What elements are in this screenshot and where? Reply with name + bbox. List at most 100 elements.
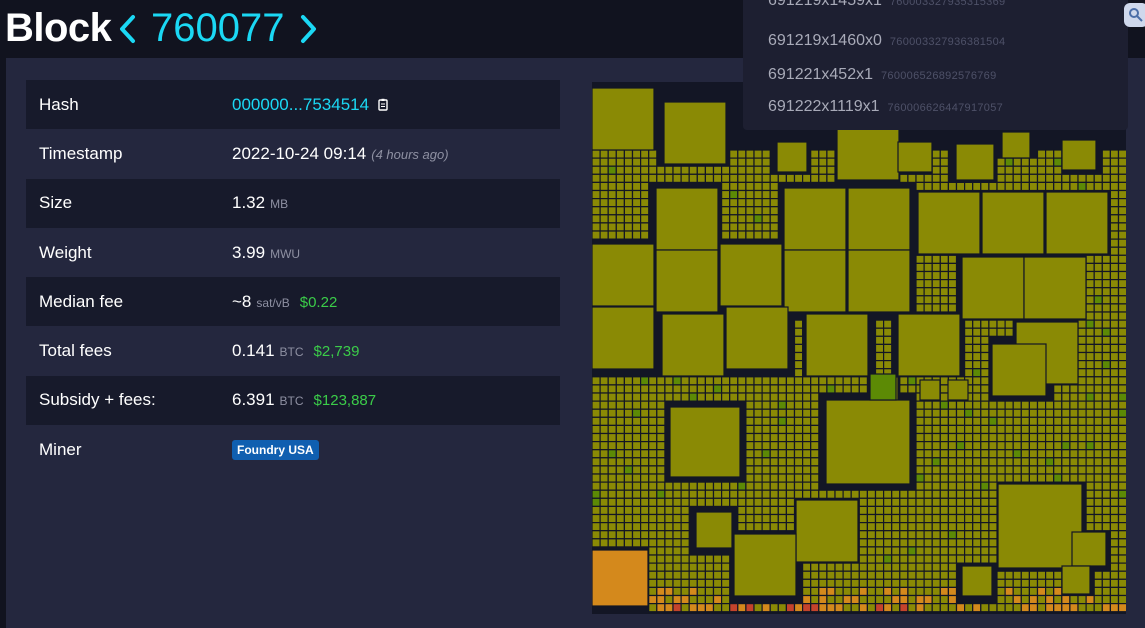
block-height-link[interactable]: 760077 bbox=[151, 6, 284, 51]
transaction-block[interactable] bbox=[1093, 570, 1103, 580]
transaction-block[interactable] bbox=[623, 473, 634, 483]
transaction-block[interactable] bbox=[615, 530, 625, 540]
tooltip-row[interactable]: 691221x452x1 760006526892576769 bbox=[768, 66, 997, 84]
transaction-block[interactable] bbox=[623, 416, 634, 426]
transaction-block[interactable] bbox=[980, 522, 990, 532]
transaction-block[interactable] bbox=[931, 602, 941, 613]
transaction-block[interactable] bbox=[712, 173, 723, 184]
transaction-block[interactable] bbox=[607, 497, 617, 507]
transaction-block[interactable] bbox=[592, 441, 601, 451]
transaction-block[interactable] bbox=[761, 384, 771, 394]
transaction-block[interactable] bbox=[669, 406, 741, 478]
transaction-block[interactable] bbox=[721, 562, 731, 572]
transaction-block[interactable] bbox=[607, 505, 617, 516]
transaction-block[interactable] bbox=[615, 441, 625, 451]
transaction-block[interactable] bbox=[947, 379, 969, 401]
transaction-block[interactable] bbox=[802, 441, 812, 451]
transaction-block[interactable] bbox=[883, 360, 893, 370]
transaction-block[interactable] bbox=[923, 457, 933, 467]
transaction-block[interactable] bbox=[680, 173, 690, 184]
transaction-block[interactable] bbox=[1109, 214, 1120, 224]
transaction-block[interactable] bbox=[931, 449, 941, 459]
transaction-block[interactable] bbox=[947, 497, 958, 507]
transaction-block[interactable] bbox=[737, 197, 747, 208]
transaction-block[interactable] bbox=[834, 586, 844, 597]
transaction-block[interactable] bbox=[753, 189, 763, 200]
transaction-block[interactable] bbox=[592, 505, 601, 516]
transaction-block[interactable] bbox=[1012, 181, 1022, 192]
transaction-block[interactable] bbox=[648, 432, 658, 443]
transaction-block[interactable] bbox=[923, 505, 933, 516]
transaction-block[interactable] bbox=[947, 262, 958, 273]
transaction-block[interactable] bbox=[996, 432, 1006, 443]
transaction-block[interactable] bbox=[712, 570, 723, 580]
transaction-block[interactable] bbox=[1077, 465, 1087, 475]
transaction-block[interactable] bbox=[1077, 327, 1087, 337]
transaction-block[interactable] bbox=[1012, 465, 1022, 475]
transaction-block[interactable] bbox=[866, 554, 877, 564]
transaction-block[interactable] bbox=[802, 594, 812, 605]
transaction-block[interactable] bbox=[842, 578, 852, 588]
transaction-block[interactable] bbox=[915, 538, 925, 548]
transaction-block[interactable] bbox=[777, 400, 788, 410]
transaction-block[interactable] bbox=[1109, 270, 1120, 281]
transaction-block[interactable] bbox=[1045, 416, 1055, 426]
transaction-block[interactable] bbox=[639, 214, 650, 224]
transaction-block[interactable] bbox=[1109, 578, 1120, 588]
transaction-block[interactable] bbox=[639, 505, 650, 516]
transaction-block[interactable] bbox=[915, 295, 925, 305]
transaction-block[interactable] bbox=[1109, 441, 1120, 451]
transaction-block[interactable] bbox=[907, 530, 917, 540]
transaction-block[interactable] bbox=[729, 392, 739, 402]
transaction-block[interactable] bbox=[785, 400, 796, 410]
transaction-block[interactable] bbox=[648, 384, 658, 394]
transaction-block[interactable] bbox=[721, 497, 731, 507]
transaction-block[interactable] bbox=[761, 465, 771, 475]
transaction-block[interactable] bbox=[737, 149, 747, 159]
transaction-block[interactable] bbox=[1109, 513, 1120, 524]
transaction-block[interactable] bbox=[785, 481, 796, 491]
transaction-block[interactable] bbox=[680, 586, 690, 597]
transaction-block[interactable] bbox=[1020, 570, 1030, 580]
transaction-block[interactable] bbox=[704, 481, 715, 491]
transaction-block[interactable] bbox=[680, 578, 690, 588]
transaction-block[interactable] bbox=[899, 173, 909, 184]
transaction-block[interactable] bbox=[834, 602, 844, 613]
transaction-block[interactable] bbox=[988, 416, 998, 426]
transaction-block[interactable] bbox=[923, 287, 933, 297]
transaction-block[interactable] bbox=[923, 465, 933, 475]
transaction-block[interactable] bbox=[639, 206, 650, 216]
transaction-block[interactable] bbox=[964, 319, 974, 329]
transaction-block[interactable] bbox=[810, 376, 820, 386]
transaction-block[interactable] bbox=[1020, 449, 1030, 459]
transaction-block[interactable] bbox=[1117, 303, 1127, 313]
transaction-block[interactable] bbox=[1020, 578, 1030, 588]
transaction-block[interactable] bbox=[1020, 416, 1030, 426]
transaction-block[interactable] bbox=[1117, 270, 1127, 281]
transaction-block[interactable] bbox=[883, 351, 893, 362]
transaction-block[interactable] bbox=[915, 481, 925, 491]
transaction-block[interactable] bbox=[1085, 594, 1095, 605]
transaction-block[interactable] bbox=[915, 594, 925, 605]
transaction-block[interactable] bbox=[1093, 254, 1103, 265]
transaction-block[interactable] bbox=[1028, 473, 1039, 483]
transaction-block[interactable] bbox=[939, 562, 949, 572]
transaction-block[interactable] bbox=[1028, 157, 1039, 167]
transaction-block[interactable] bbox=[615, 149, 625, 159]
transaction-block[interactable] bbox=[1085, 254, 1095, 265]
transaction-block[interactable] bbox=[955, 457, 966, 467]
transaction-block[interactable] bbox=[769, 214, 779, 224]
transaction-block[interactable] bbox=[972, 497, 982, 507]
transaction-block[interactable] bbox=[672, 384, 682, 394]
transaction-block[interactable] bbox=[688, 562, 698, 572]
transaction-block[interactable] bbox=[980, 505, 990, 516]
transaction-block[interactable] bbox=[1045, 181, 1055, 192]
transaction-block[interactable] bbox=[696, 481, 707, 491]
transaction-block[interactable] bbox=[745, 173, 755, 184]
transaction-block[interactable] bbox=[1093, 481, 1103, 491]
transaction-block[interactable] bbox=[869, 373, 897, 401]
transaction-block[interactable] bbox=[664, 513, 674, 524]
transaction-block[interactable] bbox=[769, 416, 779, 426]
transaction-block[interactable] bbox=[955, 432, 966, 443]
transaction-block[interactable] bbox=[899, 578, 909, 588]
